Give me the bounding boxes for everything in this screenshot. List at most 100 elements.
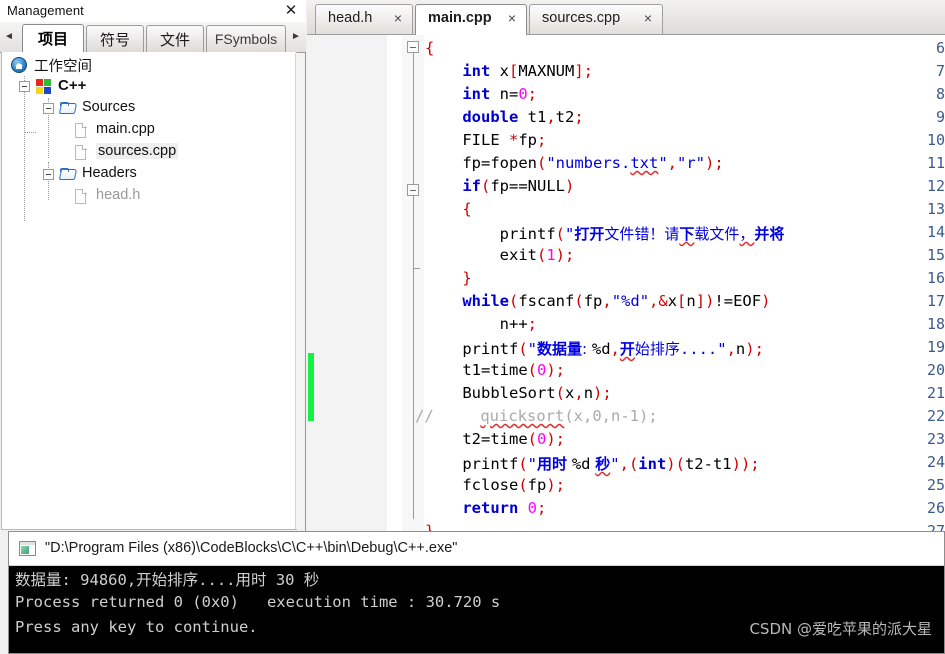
console-output[interactable]: 数据量: 94860,开始排序....用时 30 秒 Process retur… — [9, 566, 944, 653]
line-number: 15 — [926, 246, 945, 264]
line-number: 24 — [926, 453, 945, 471]
console-window-icon — [19, 541, 36, 556]
tree-item-label: main.cpp — [96, 121, 155, 137]
code-line: while(fscanf(fp,"%d",&x[n])!=EOF) — [462, 292, 771, 310]
watermark-label: CSDN @爱吃苹果的派大星 — [749, 620, 932, 638]
fold-line — [412, 269, 414, 519]
tree-expander-icon[interactable] — [43, 169, 54, 180]
change-indicator-bar — [308, 353, 314, 421]
tree-item-label: head.h — [96, 187, 141, 203]
line-number: 7 — [935, 62, 945, 80]
fold-margin[interactable] — [402, 35, 424, 531]
fold-line — [412, 196, 414, 269]
line-number: 26 — [926, 499, 945, 517]
line-number-gutter — [307, 35, 387, 531]
tab-symbols[interactable]: 符号 — [86, 25, 144, 52]
editor-tab-sources-cpp[interactable]: sources.cpp × — [529, 4, 663, 34]
console-line: Process returned 0 (0x0) execution time … — [15, 593, 501, 611]
tree-expander-icon[interactable] — [19, 81, 30, 92]
tree-connector — [24, 76, 25, 221]
project-tree[interactable]: 工作空间 C++ Sources main.cpp sources.cpp He… — [1, 52, 297, 530]
fold-toggle-icon[interactable] — [407, 41, 419, 53]
tree-expander-icon[interactable] — [43, 103, 54, 114]
code-line: int n=0; — [462, 85, 538, 103]
line-number: 14 — [926, 223, 945, 241]
code-line: t1=time(0); — [425, 361, 566, 379]
tree-item-label: C++ — [58, 77, 87, 94]
editor-tab-label: head.h — [328, 10, 373, 26]
code-line: { — [462, 200, 472, 218]
close-icon[interactable]: × — [644, 10, 652, 26]
code-editor: head.h × main.cpp × sources.cpp × 6 7 8 … — [307, 0, 945, 531]
code-text-area[interactable]: 6 7 8 9 10 11 12 13 14 15 16 17 18 19 20… — [307, 35, 945, 531]
console-window: "D:\Program Files (x86)\CodeBlocks\C\C++… — [8, 531, 945, 654]
console-line: Press any key to continue. — [15, 618, 258, 636]
line-number: 9 — [935, 108, 945, 126]
management-tab-strip: ◄ 项目 符号 文件 FSymbols ► — [0, 22, 306, 53]
code-line-comment: // quicksort(x,0,n-1); — [415, 407, 658, 425]
tree-item-label: 工作空间 — [34, 59, 92, 75]
line-number: 18 — [926, 315, 945, 333]
home-icon — [11, 57, 27, 73]
code-line: n++; — [425, 315, 537, 333]
fold-end-marker — [412, 268, 420, 269]
code-line: double t1,t2; — [462, 108, 584, 126]
tree-item-label: Headers — [82, 165, 137, 181]
cpp-project-icon — [36, 79, 52, 95]
file-icon — [74, 189, 88, 205]
close-icon[interactable]: × — [394, 10, 402, 26]
code-line: printf("数据量: %d,开始排序....",n); — [425, 340, 764, 358]
console-title-bar: "D:\Program Files (x86)\CodeBlocks\C\C++… — [9, 532, 944, 566]
code-line: fclose(fp); — [425, 476, 566, 494]
code-line: int x[MAXNUM]; — [462, 62, 594, 80]
code-line: fp=fopen("numbers.txt","r"); — [425, 154, 724, 172]
code-line: } — [462, 269, 472, 287]
line-number: 19 — [926, 338, 945, 356]
close-icon[interactable]: × — [508, 10, 516, 26]
folder-icon — [60, 168, 78, 182]
tree-item-label: Sources — [82, 99, 136, 115]
tree-connector — [48, 162, 49, 200]
close-icon[interactable]: ✕ — [282, 2, 300, 20]
fold-line — [412, 53, 414, 184]
folder-icon — [60, 102, 78, 116]
fold-toggle-icon[interactable] — [407, 184, 419, 196]
chevron-left-icon[interactable]: ◄ — [2, 28, 16, 46]
line-number: 8 — [935, 85, 945, 103]
line-number: 20 — [926, 361, 945, 379]
code-line: { — [425, 39, 435, 57]
editor-tab-label: sources.cpp — [542, 10, 621, 26]
line-number: 23 — [926, 430, 945, 448]
chevron-right-icon[interactable]: ► — [289, 28, 303, 46]
line-number: 25 — [926, 476, 945, 494]
console-line: 数据量: 94860,开始排序....用时 30 秒 — [15, 571, 320, 589]
code-line: printf("打开文件错！请下载文件，并将 — [425, 225, 785, 243]
line-number: 12 — [926, 177, 945, 195]
file-icon — [74, 123, 88, 139]
code-line: t2=time(0); — [425, 430, 566, 448]
code-line: if(fp==NULL) — [462, 177, 575, 195]
line-number: 6 — [935, 39, 945, 57]
console-title-label: "D:\Program Files (x86)\CodeBlocks\C\C++… — [45, 540, 458, 556]
code-line: FILE *fp; — [425, 131, 547, 149]
line-number: 11 — [926, 154, 945, 172]
management-title-bar: Management ✕ — [0, 0, 306, 23]
line-number: 17 — [926, 292, 945, 310]
editor-tab-head-h[interactable]: head.h × — [315, 4, 413, 34]
tree-connector — [24, 132, 36, 133]
management-scrollbar[interactable] — [295, 53, 304, 529]
line-number: 13 — [926, 200, 945, 218]
line-number: 10 — [926, 131, 945, 149]
tab-fsymbols[interactable]: FSymbols — [206, 25, 286, 52]
application-window: Management ✕ ◄ 项目 符号 文件 FSymbols ► 工作空间 — [0, 0, 945, 654]
line-number: 16 — [926, 269, 945, 287]
tab-files[interactable]: 文件 — [146, 25, 204, 52]
editor-tab-main-cpp[interactable]: main.cpp × — [415, 4, 527, 35]
line-number: 27 — [926, 522, 945, 531]
tab-projects[interactable]: 项目 — [22, 24, 84, 53]
management-title-label: Management — [7, 3, 84, 18]
management-panel: Management ✕ ◄ 项目 符号 文件 FSymbols ► 工作空间 — [0, 0, 306, 531]
file-icon — [74, 145, 88, 161]
editor-tab-label: main.cpp — [428, 10, 492, 26]
code-line: printf("用时 %d 秒",(int)(t2-t1)); — [425, 455, 760, 473]
